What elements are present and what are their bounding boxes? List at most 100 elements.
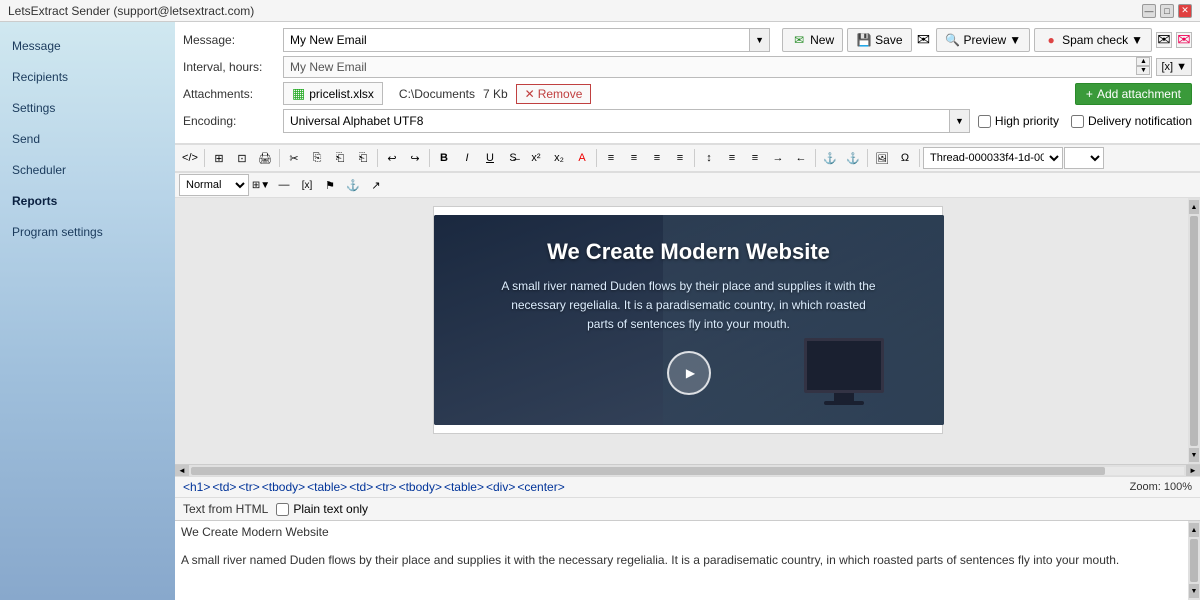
special-chars-button[interactable]: Ω [894, 147, 916, 169]
flag-button[interactable]: ⚑ [319, 174, 341, 196]
breadcrumb-h1[interactable]: <h1> [183, 480, 210, 494]
copy-button[interactable]: ⎘ [306, 147, 328, 169]
horizontal-scrollbar[interactable]: ◄ ► [175, 464, 1200, 476]
hscroll-right-button[interactable]: ► [1186, 465, 1200, 477]
underline-button[interactable]: U [479, 147, 501, 169]
hscrollbar-thumb[interactable] [191, 467, 1105, 475]
interval-input[interactable] [283, 56, 1152, 78]
indent-button[interactable]: → [767, 147, 789, 169]
thread-select[interactable]: Thread-000033f4-1d-00 [923, 147, 1063, 169]
align-center-button[interactable]: ≡ [623, 147, 645, 169]
justify-button[interactable]: ≡ [669, 147, 691, 169]
link-button[interactable]: ⚓ [819, 147, 841, 169]
plain-text-area[interactable]: We Create Modern Website A small river n… [175, 521, 1186, 600]
sidebar-item-settings[interactable]: Settings [0, 92, 175, 123]
anchor-button[interactable]: ⚓ [342, 174, 364, 196]
redo-button[interactable]: ↪ [404, 147, 426, 169]
scroll-up-button[interactable]: ▲ [1189, 200, 1199, 214]
minimize-button[interactable]: — [1142, 4, 1156, 18]
breadcrumb-tbody1[interactable]: <tbody> [262, 480, 305, 494]
message-input[interactable] [283, 28, 750, 52]
image-button[interactable]: 🖼 [871, 147, 893, 169]
send-icon-2[interactable]: ✉ [1176, 32, 1192, 48]
close-button[interactable]: ✕ [1178, 4, 1192, 18]
preview-button[interactable]: 🔍 Preview ▼ [936, 28, 1031, 52]
breadcrumb-center[interactable]: <center> [517, 480, 564, 494]
interval-down-button[interactable]: ▼ [1136, 66, 1150, 75]
superscript-button[interactable]: x² [525, 147, 547, 169]
color-picker-select[interactable] [1064, 147, 1104, 169]
save-button[interactable]: 💾 Save [847, 28, 911, 52]
cut-button[interactable]: ✂ [283, 147, 305, 169]
message-dropdown-button[interactable]: ▼ [750, 28, 770, 52]
text-scroll-thumb[interactable] [1190, 539, 1198, 582]
interval-bracket-btn[interactable]: [x] ▼ [1156, 58, 1192, 76]
vertical-scrollbar[interactable]: ▲ ▼ [1188, 198, 1200, 464]
paste-plain-button[interactable]: ⎗ [352, 147, 374, 169]
text-area-scrollbar[interactable]: ▲ ▼ [1188, 521, 1200, 600]
scroll-thumb[interactable] [1190, 216, 1198, 446]
list-ul-button[interactable]: ≡ [721, 147, 743, 169]
unlink-button[interactable]: ⚓ [842, 147, 864, 169]
encoding-dropdown-button[interactable]: ▼ [950, 109, 970, 133]
high-priority-input[interactable] [978, 115, 991, 128]
html-source-button[interactable]: </> [179, 147, 201, 169]
variable-button[interactable]: [x] [296, 174, 318, 196]
sidebar-item-send[interactable]: Send [0, 123, 175, 154]
hr-button[interactable]: — [273, 174, 295, 196]
breadcrumb-td1[interactable]: <td> [212, 480, 236, 494]
undo-button[interactable]: ↩ [381, 147, 403, 169]
new-button[interactable]: ✉ New [782, 28, 843, 52]
align-left-button[interactable]: ≡ [600, 147, 622, 169]
templates-button[interactable]: ⊞ [208, 147, 230, 169]
spam-check-button[interactable]: ● Spam check ▼ [1034, 28, 1152, 52]
editor-canvas[interactable]: ▲ ▼ [175, 198, 1200, 464]
font-color-button[interactable]: A [571, 147, 593, 169]
outdent-button[interactable]: ← [790, 147, 812, 169]
encoding-input[interactable] [283, 109, 950, 133]
breadcrumb-div[interactable]: <div> [486, 480, 515, 494]
paste-button[interactable]: ⎗ [329, 147, 351, 169]
sidebar-item-scheduler[interactable]: Scheduler [0, 154, 175, 185]
breadcrumb-table2[interactable]: <table> [444, 480, 484, 494]
text-mode-bar: Text from HTML Plain text only [175, 497, 1200, 520]
maximize-button[interactable]: □ [1160, 4, 1174, 18]
breadcrumb-tbody2[interactable]: <tbody> [399, 480, 442, 494]
attachment-path: C:\Documents [391, 85, 483, 103]
bold-button[interactable]: B [433, 147, 455, 169]
breadcrumb-tr1[interactable]: <tr> [238, 480, 259, 494]
table-button[interactable]: ⊞▼ [250, 174, 272, 196]
external-link-button[interactable]: ↗ [365, 174, 387, 196]
delivery-notification-input[interactable] [1071, 115, 1084, 128]
scroll-down-button[interactable]: ▼ [1189, 448, 1199, 462]
subscript-button[interactable]: x₂ [548, 147, 570, 169]
preview-tool-button[interactable]: ⊡ [231, 147, 253, 169]
text-scroll-up[interactable]: ▲ [1189, 523, 1199, 537]
list-ol-button[interactable]: ≡ [744, 147, 766, 169]
sidebar-item-message[interactable]: Message [0, 30, 175, 61]
sidebar-item-program-settings[interactable]: Program settings [0, 216, 175, 247]
hscroll-left-button[interactable]: ◄ [175, 465, 189, 477]
plain-text-only-checkbox[interactable]: Plain text only [276, 502, 368, 516]
breadcrumb-td2[interactable]: <td> [349, 480, 373, 494]
plain-text-only-input[interactable] [276, 503, 289, 516]
align-right-button[interactable]: ≡ [646, 147, 668, 169]
play-button[interactable]: ▶ [667, 351, 711, 395]
breadcrumb-tr2[interactable]: <tr> [375, 480, 396, 494]
interval-up-button[interactable]: ▲ [1136, 57, 1150, 66]
add-attachment-button[interactable]: + Add attachment [1075, 83, 1192, 105]
format-select[interactable]: Normal [179, 174, 249, 196]
remove-button[interactable]: ✕ Remove [516, 84, 592, 104]
breadcrumb-table1[interactable]: <table> [307, 480, 347, 494]
toolbar-sep-2 [279, 149, 280, 167]
strikethrough-button[interactable]: S̶ [502, 147, 524, 169]
send-icon-1[interactable]: ✉ [1156, 32, 1172, 48]
sidebar-item-recipients[interactable]: Recipients [0, 61, 175, 92]
delivery-notification-checkbox[interactable]: Delivery notification [1071, 114, 1192, 128]
high-priority-checkbox[interactable]: High priority [978, 114, 1059, 128]
text-scroll-down[interactable]: ▼ [1189, 584, 1199, 598]
line-height-button[interactable]: ↕ [698, 147, 720, 169]
print-button[interactable]: 🖨 [254, 147, 276, 169]
italic-button[interactable]: I [456, 147, 478, 169]
sidebar-item-reports[interactable]: Reports [0, 185, 175, 216]
